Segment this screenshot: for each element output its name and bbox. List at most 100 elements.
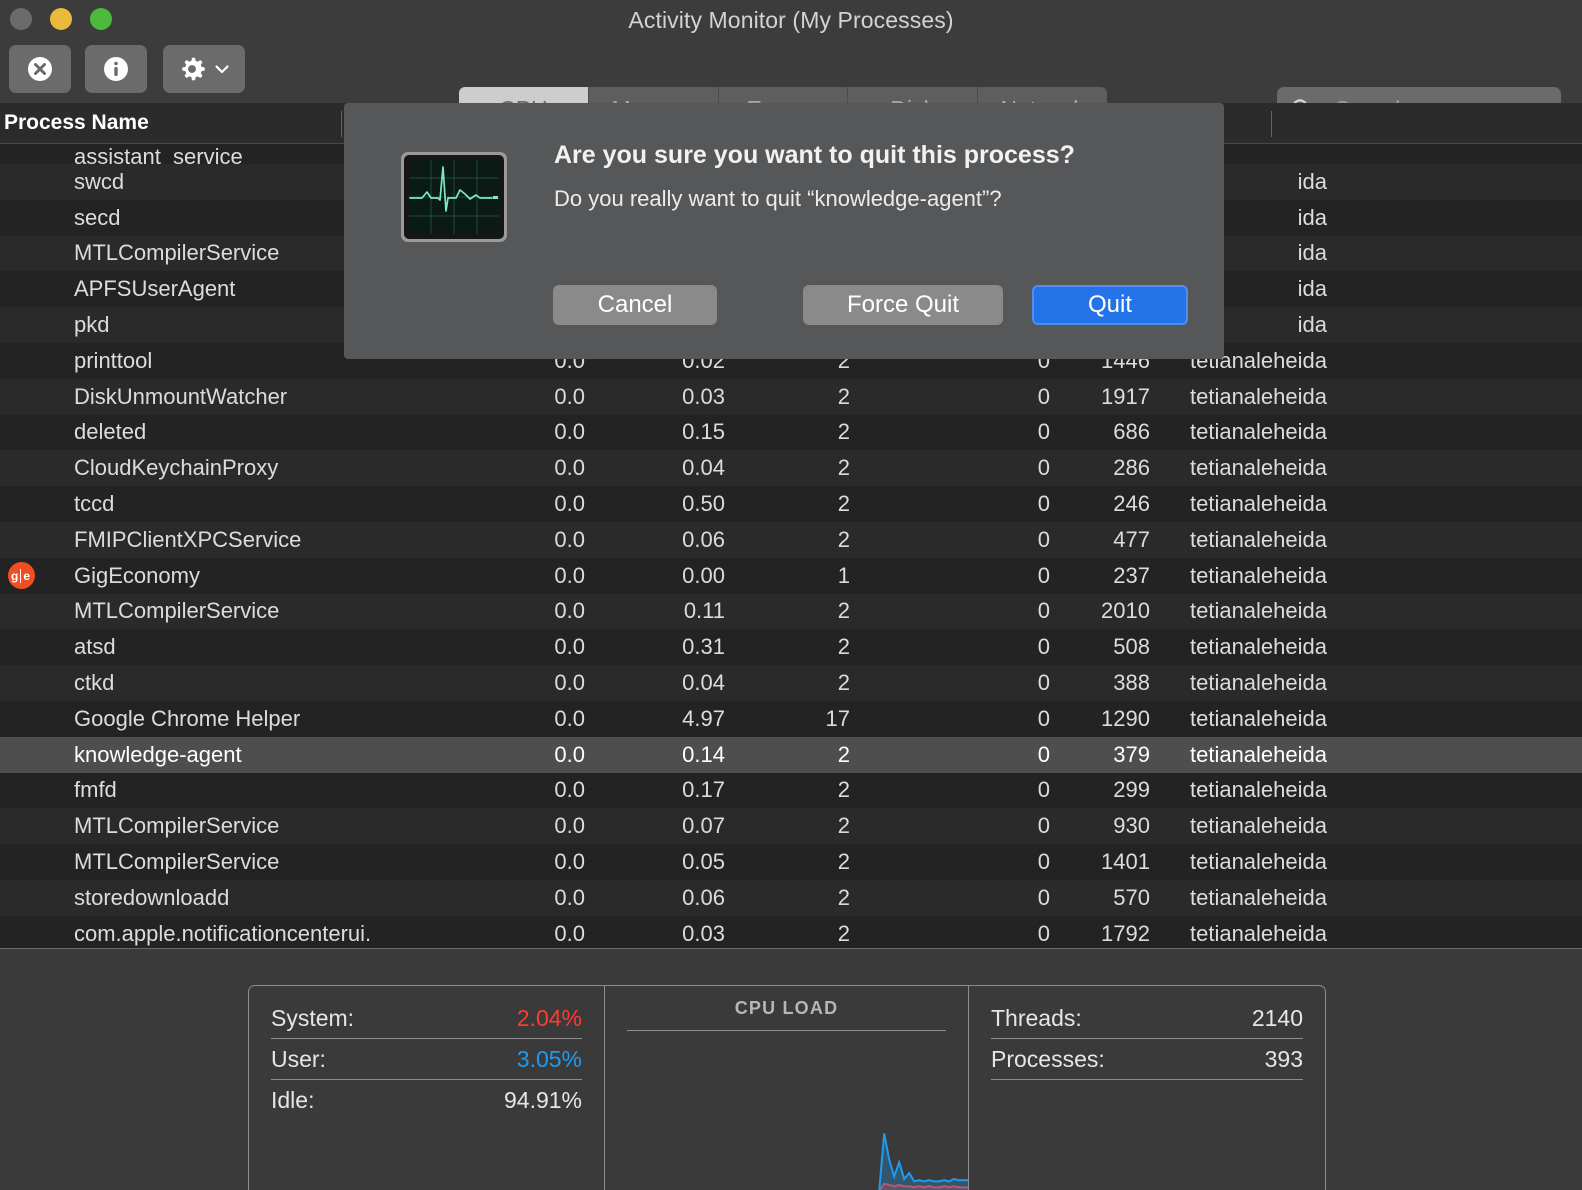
table-row[interactable]: deleted 0.0 0.15 2 0 686 tetianaleheida — [0, 414, 1582, 451]
user-cell: tetianaleheida — [1189, 670, 1327, 696]
cpu-percent-cell: 0.0 — [554, 634, 585, 660]
cancel-button[interactable]: Cancel — [553, 285, 717, 325]
quit-button[interactable]: Quit — [1032, 285, 1188, 325]
user-cell: tetianaleheida — [1189, 598, 1327, 624]
pid-cell: 570 — [1113, 884, 1150, 910]
gigeconomy-app-icon: ge — [0, 562, 42, 590]
table-row[interactable]: MTLCompilerService 0.0 0.07 2 0 930 tetianaleh… — [0, 808, 1582, 845]
activity-monitor-window: Activity Monitor (My Processes) Process … — [0, 0, 1582, 1190]
pid-cell: 388 — [1113, 670, 1150, 696]
cpu-time-cell: 0.15 — [682, 419, 725, 445]
user-cell: tetianaleheida — [1189, 849, 1327, 875]
inspect-process-button[interactable] — [85, 45, 147, 93]
idle-wakeups-cell: 0 — [1037, 849, 1050, 875]
cpu-percent-cell: 0.0 — [554, 598, 585, 624]
stat-processes-label: Processes: — [991, 1045, 1105, 1072]
cpu-percent-cell: 0.0 — [554, 491, 585, 517]
idle-wakeups-cell: 0 — [1037, 383, 1050, 409]
user-cell: tetianaleheida — [1189, 491, 1327, 517]
cpu-time-cell: 0.07 — [682, 813, 725, 839]
process-name-cell: GigEconomy — [74, 562, 200, 588]
threads-cell: 2 — [837, 670, 850, 696]
user-cell: tetianaleheida — [1189, 526, 1327, 552]
table-row[interactable]: Google Chrome Helper 0.0 4.97 17 0 1290 tetian… — [0, 700, 1582, 737]
threads-cell: 2 — [837, 741, 850, 767]
stat-system: System: 2.04% — [271, 998, 582, 1039]
process-name-cell: storedownloadd — [74, 884, 230, 910]
gear-icon — [182, 57, 205, 81]
chevron-down-icon — [215, 65, 229, 74]
cpu-percent-cell: 0.0 — [554, 813, 585, 839]
table-row[interactable]: fmfd 0.0 0.17 2 0 299 tetianaleheida — [0, 772, 1582, 809]
process-name-cell: CloudKeychainProxy — [74, 455, 279, 481]
cpu-time-cell: 0.04 — [682, 455, 725, 481]
table-row[interactable]: MTLCompilerService 0.0 0.05 2 0 1401 tetianale… — [0, 844, 1582, 880]
idle-wakeups-cell: 0 — [1037, 419, 1050, 445]
threads-cell: 2 — [837, 849, 850, 875]
toolbar: CPU Memory Energy Disk Network Search — [0, 40, 1582, 131]
table-row[interactable]: atsd 0.0 0.31 2 0 508 tetianaleheida — [0, 629, 1582, 666]
idle-wakeups-cell: 0 — [1037, 562, 1050, 588]
user-cell: tetianaleheida — [1189, 920, 1327, 946]
idle-wakeups-cell: 0 — [1037, 455, 1050, 481]
table-row[interactable]: storedownloadd 0.0 0.06 2 0 570 tetianaleheida — [0, 879, 1582, 916]
stat-threads-label: Threads: — [991, 1004, 1082, 1031]
stat-user: User: 3.05% — [271, 1039, 582, 1080]
table-row[interactable]: com.apple.notificationcenterui. 0.0 0.03 2 0… — [0, 915, 1582, 948]
cpu-percent-cell: 0.0 — [554, 777, 585, 803]
table-row[interactable]: knowledge-agent 0.0 0.14 2 0 379 tetianaleheid… — [0, 736, 1582, 773]
process-name-cell: com.apple.notificationcenterui. — [74, 920, 372, 946]
pid-cell: 1290 — [1101, 705, 1150, 731]
table-row[interactable]: g e GigEconomy 0.0 0.00 1 0 237 tetianaleheida — [0, 557, 1582, 594]
cpu-percent-cell: 0.0 — [554, 884, 585, 910]
cpu-time-cell: 0.06 — [682, 526, 725, 552]
cpu-percent-cell: 0.0 — [554, 419, 585, 445]
table-row[interactable]: tccd 0.0 0.50 2 0 246 tetianaleheida — [0, 486, 1582, 522]
table-row[interactable]: CloudKeychainProxy 0.0 0.04 2 0 286 tetianaleh… — [0, 450, 1582, 487]
stats-container: System: 2.04% User: 3.05% Idle: 94.91% C… — [248, 985, 1326, 1190]
thread-process-counts: Threads: 2140 Processes: 393 — [969, 986, 1325, 1190]
process-name-cell: Google Chrome Helper — [74, 705, 301, 731]
table-row[interactable]: MTLCompilerService 0.0 0.11 2 0 2010 tetianale… — [0, 593, 1582, 630]
idle-wakeups-cell: 0 — [1037, 598, 1050, 624]
cpu-percent-cell: 0.0 — [554, 705, 585, 731]
idle-wakeups-cell: 0 — [1037, 670, 1050, 696]
view-settings-button[interactable] — [163, 45, 245, 93]
footer-panel: System: 2.04% User: 3.05% Idle: 94.91% C… — [0, 948, 1582, 1190]
cpu-time-cell: 0.31 — [682, 634, 725, 660]
table-row[interactable]: FMIPClientXPCService 0.0 0.06 2 0 477 tetianal… — [0, 521, 1582, 558]
user-cell: tetianaleheida — [1189, 705, 1327, 731]
stop-x-icon — [28, 57, 52, 81]
pid-cell: 1917 — [1101, 383, 1150, 409]
pid-cell: 237 — [1113, 562, 1150, 588]
stat-idle: Idle: 94.91% — [271, 1080, 582, 1121]
cpu-time-cell: 0.03 — [682, 920, 725, 946]
cpu-load-title: CPU LOAD — [734, 998, 839, 1018]
idle-wakeups-cell: 0 — [1037, 884, 1050, 910]
force-quit-button[interactable]: Force Quit — [803, 285, 1003, 325]
cpu-percent-cell: 0.0 — [554, 741, 585, 767]
table-row[interactable]: ctkd 0.0 0.04 2 0 388 tetianaleheida — [0, 665, 1582, 701]
process-name-cell: MTLCompilerService — [74, 849, 280, 875]
cpu-percent-cell: 0.0 — [554, 849, 585, 875]
pid-cell: 686 — [1113, 419, 1150, 445]
app-icon-glyph: ge — [7, 562, 35, 590]
cpu-time-cell: 0.11 — [683, 598, 725, 624]
process-name-cell: ctkd — [74, 670, 115, 696]
stat-user-label: User: — [271, 1045, 326, 1072]
table-row[interactable]: DiskUnmountWatcher 0.0 0.03 2 0 1917 tetianale… — [0, 378, 1582, 415]
pid-cell: 246 — [1113, 491, 1150, 517]
column-header-process-name[interactable]: Process Name — [0, 111, 149, 135]
threads-cell: 2 — [837, 598, 850, 624]
stat-user-value: 3.05% — [516, 1045, 582, 1072]
cpu-time-cell: 0.04 — [682, 670, 725, 696]
user-cell: tetianaleheida — [1189, 884, 1327, 910]
idle-wakeups-cell: 0 — [1037, 741, 1050, 767]
threads-cell: 2 — [837, 455, 850, 481]
pid-cell: 286 — [1113, 455, 1150, 481]
activity-monitor-app-icon — [401, 152, 507, 242]
quit-process-button[interactable] — [9, 45, 71, 93]
cpu-load-divider — [627, 1030, 946, 1031]
threads-cell: 2 — [837, 777, 850, 803]
idle-wakeups-cell: 0 — [1037, 705, 1050, 731]
